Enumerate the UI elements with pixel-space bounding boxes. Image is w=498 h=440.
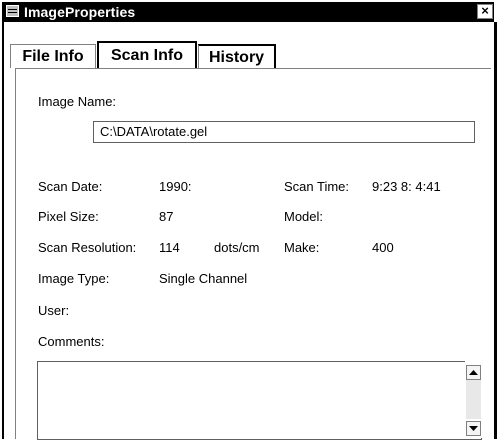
scroll-track[interactable] xyxy=(466,380,481,419)
tab-scan-info[interactable]: Scan Info xyxy=(97,41,197,69)
scan-resolution-label: Scan Resolution: xyxy=(38,240,137,255)
scan-info-panel: Image Name: C:\DATA\rotate.gel Scan Date… xyxy=(15,68,491,440)
tab-strip: File Info Scan Info History xyxy=(4,22,494,72)
image-name-field[interactable]: C:\DATA\rotate.gel xyxy=(93,121,475,143)
user-label: User: xyxy=(38,303,70,318)
pixel-size-label: Pixel Size: xyxy=(38,209,99,224)
scan-time-value: 9:23 8: 4:41 xyxy=(372,179,441,194)
window-title: ImageProperties xyxy=(24,4,136,20)
make-value: 400 xyxy=(372,240,394,255)
close-icon[interactable]: × xyxy=(477,4,493,19)
pixel-size-value: 87 xyxy=(159,209,174,224)
comments-textarea[interactable] xyxy=(37,361,482,440)
make-label: Make: xyxy=(284,240,320,255)
comments-scrollbar[interactable] xyxy=(465,361,482,438)
image-name-label: Image Name: xyxy=(38,94,117,109)
scroll-down-icon[interactable] xyxy=(466,421,481,436)
tab-file-info[interactable]: File Info xyxy=(10,44,96,68)
image-properties-window: ImageProperties × File Info Scan Info Hi… xyxy=(0,0,497,440)
comments-label: Comments: xyxy=(38,334,105,349)
tab-history[interactable]: History xyxy=(198,44,276,68)
system-menu-icon[interactable] xyxy=(6,5,19,17)
image-type-value: Single Channel xyxy=(159,271,248,286)
window-frame-right xyxy=(494,22,497,439)
title-bar[interactable]: ImageProperties × xyxy=(2,2,494,22)
scan-date-label: Scan Date: xyxy=(38,179,103,194)
scan-resolution-unit: dots/cm xyxy=(214,240,260,255)
scan-date-value: 1990: xyxy=(159,179,192,194)
window-frame-left xyxy=(2,22,4,439)
model-label: Model: xyxy=(284,209,324,224)
image-type-label: Image Type: xyxy=(38,271,110,286)
scan-time-label: Scan Time: xyxy=(284,179,350,194)
scroll-up-icon[interactable] xyxy=(466,365,481,380)
scan-resolution-value: 114 xyxy=(159,240,180,255)
